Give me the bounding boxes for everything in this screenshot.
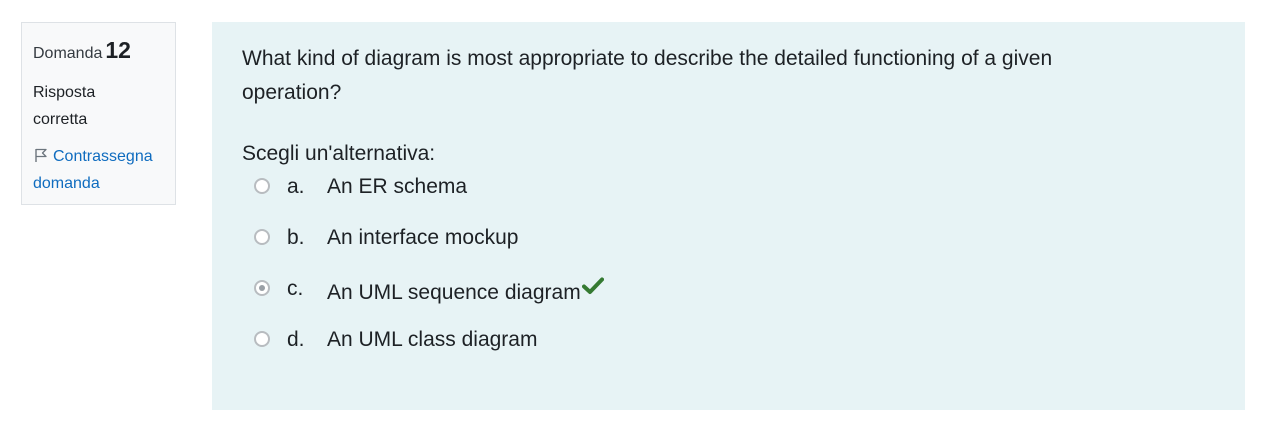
answer-text[interactable]: An UML class diagram — [327, 324, 537, 356]
question-text-line2: operation? — [242, 81, 342, 104]
flag-icon[interactable] — [33, 145, 49, 162]
answer-text[interactable]: An interface mockup — [327, 222, 518, 254]
question-number: Domanda 12 — [33, 37, 164, 67]
flag-question-link[interactable]: Contrassegna domanda — [33, 143, 164, 197]
answer-state-line1: Risposta — [33, 84, 96, 101]
answer-prompt: Scegli un'alternativa: — [242, 142, 436, 165]
answer-text-with-check[interactable]: An UML sequence diagram — [327, 273, 604, 309]
answer-option-b[interactable]: b. An interface mockup — [242, 222, 1215, 273]
check-icon — [581, 273, 604, 294]
answer-text[interactable]: An UML sequence diagram — [327, 281, 581, 304]
answer-radio-b[interactable] — [254, 229, 270, 245]
flag-label-line1[interactable]: Contrassegna — [53, 148, 153, 165]
question-number-value: 12 — [105, 37, 131, 63]
answer-state-line2: corretta — [33, 111, 88, 128]
answer-radio-d[interactable] — [254, 331, 270, 347]
answer-letter: c. — [287, 277, 304, 300]
answer-option-c[interactable]: c. An UML sequence diagram — [242, 273, 1215, 324]
question-text-line1: What kind of diagram is most appropriate… — [242, 47, 1053, 70]
question-content: What kind of diagram is most appropriate… — [212, 22, 1245, 410]
answer-list: a. An ER schema b. An interface mockup c… — [242, 171, 1215, 375]
question-label: Domanda — [33, 45, 103, 62]
flag-label-line2[interactable]: domanda — [33, 170, 164, 197]
answer-letter: d. — [287, 328, 305, 351]
answer-option-a[interactable]: a. An ER schema — [242, 171, 1215, 222]
answer-radio-a[interactable] — [254, 178, 270, 194]
answer-letter: b. — [287, 226, 305, 249]
answer-option-d[interactable]: d. An UML class diagram — [242, 324, 1215, 375]
answer-text[interactable]: An ER schema — [327, 171, 467, 203]
question-text: What kind of diagram is most appropriate… — [242, 42, 1162, 110]
answer-letter: a. — [287, 175, 305, 198]
question-info-panel: Domanda 12 Risposta corretta Contrassegna… — [21, 22, 176, 205]
answer-state: Risposta corretta — [33, 79, 164, 133]
answer-radio-c[interactable] — [254, 280, 270, 296]
